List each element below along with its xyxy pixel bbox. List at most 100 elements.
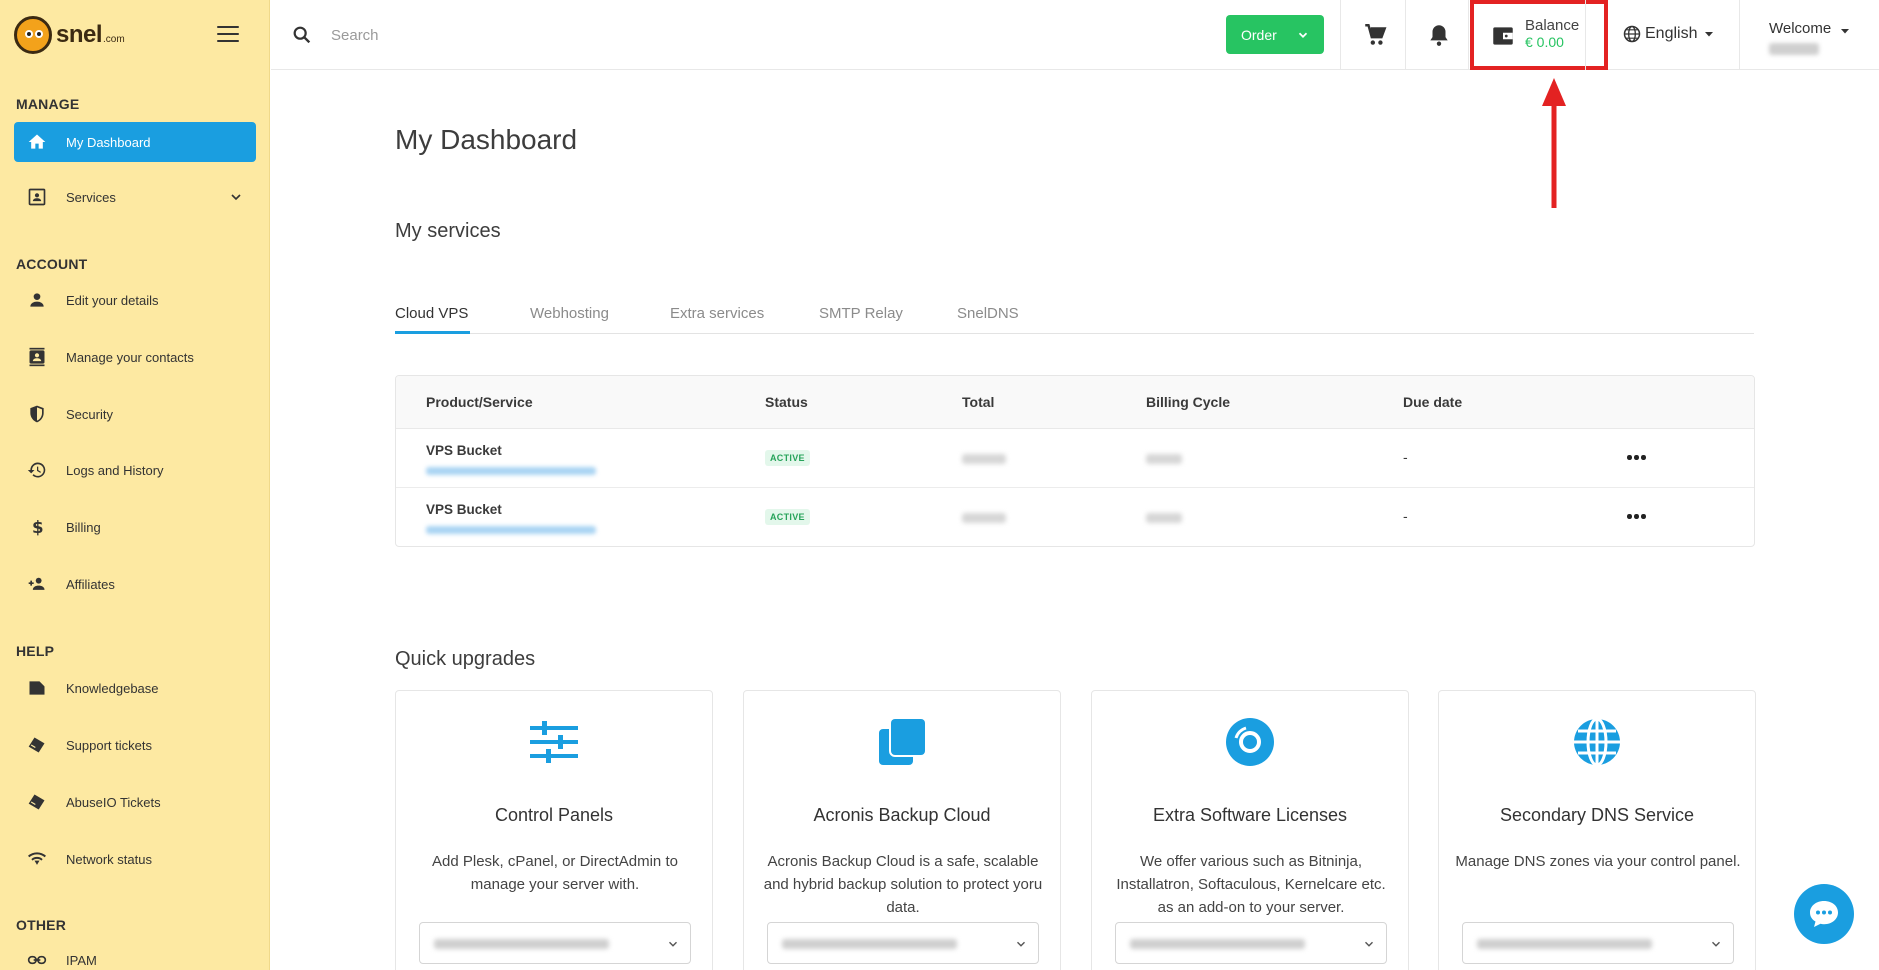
card-title: Extra Software Licenses bbox=[1152, 805, 1348, 825]
column-header[interactable]: Product/Service bbox=[426, 394, 533, 410]
section-label-other: OTHER bbox=[16, 917, 66, 933]
sidebar-item-affiliates[interactable]: Affiliates bbox=[14, 564, 256, 604]
upgrade-card-software-licenses: Extra Software Licenses We offer various… bbox=[1091, 690, 1409, 970]
home-icon bbox=[26, 131, 48, 153]
bell-icon[interactable] bbox=[1426, 22, 1452, 48]
sliders-icon bbox=[530, 721, 578, 763]
book-icon bbox=[26, 677, 48, 699]
more-options-icon[interactable] bbox=[1627, 514, 1647, 520]
sidebar-item-services[interactable]: Services bbox=[14, 177, 256, 217]
service-select[interactable] bbox=[1462, 922, 1734, 964]
service-tabs: Cloud VPS Webhosting Extra services SMTP… bbox=[395, 300, 1754, 334]
chevron-down-icon bbox=[231, 194, 241, 201]
section-label-manage: MANAGE bbox=[16, 96, 80, 112]
balance-label: Balance bbox=[1525, 17, 1580, 34]
upgrade-card-control-panels: Control Panels Add Plesk, cPanel, or Dir… bbox=[395, 690, 713, 970]
sidebar-item-label: Support tickets bbox=[66, 737, 152, 753]
wallet-icon[interactable] bbox=[1490, 23, 1516, 49]
card-title: Acronis Backup Cloud bbox=[813, 805, 991, 825]
product-name: VPS Bucket bbox=[426, 443, 502, 458]
tab-smtp-relay[interactable]: SMTP Relay bbox=[819, 305, 903, 322]
divider bbox=[1739, 0, 1740, 70]
language-selector[interactable]: English bbox=[1622, 24, 1715, 44]
billing-cycle-redacted bbox=[1146, 513, 1182, 523]
sidebar-item-label: Billing bbox=[66, 519, 101, 535]
annotation-arrow-icon bbox=[1542, 78, 1566, 208]
sidebar-item-knowledgebase[interactable]: Knowledgebase bbox=[14, 668, 256, 708]
column-header[interactable]: Status bbox=[765, 394, 808, 410]
search-icon[interactable] bbox=[291, 24, 313, 46]
tab-cloud-vps[interactable]: Cloud VPS bbox=[395, 305, 468, 322]
due-date: - bbox=[1403, 508, 1408, 524]
chevron-down-icon bbox=[1365, 941, 1373, 947]
product-hostname-link[interactable] bbox=[426, 467, 596, 475]
sidebar-item-label: Affiliates bbox=[66, 576, 115, 592]
card-description: Add Plesk, cPanel, or DirectAdmin to man… bbox=[432, 853, 678, 893]
tab-webhosting[interactable]: Webhosting bbox=[530, 305, 609, 322]
product-hostname-link[interactable] bbox=[426, 526, 596, 534]
user-menu[interactable]: Welcome bbox=[1769, 19, 1851, 59]
table-row[interactable]: VPS Bucket ACTIVE - bbox=[396, 429, 1754, 488]
card-description: We offer various such as Bitninja, Insta… bbox=[1116, 853, 1386, 916]
services-table: Product/Service Status Total Billing Cyc… bbox=[395, 375, 1755, 547]
sidebar-item-billing[interactable]: $ Billing bbox=[14, 507, 256, 547]
history-icon bbox=[26, 459, 48, 481]
sidebar-item-support-tickets[interactable]: Support tickets bbox=[14, 725, 256, 765]
upgrade-card-secondary-dns: Secondary DNS Service Manage DNS zones v… bbox=[1438, 690, 1756, 970]
search-input[interactable] bbox=[331, 22, 731, 48]
globe-icon bbox=[1623, 25, 1641, 43]
service-select[interactable] bbox=[1115, 922, 1387, 964]
divider bbox=[1340, 0, 1341, 70]
sidebar-item-edit-details[interactable]: Edit your details bbox=[14, 280, 256, 320]
status-badge: ACTIVE bbox=[765, 509, 810, 525]
tab-extra-services[interactable]: Extra services bbox=[670, 305, 764, 322]
chat-button[interactable] bbox=[1794, 884, 1854, 944]
more-options-icon[interactable] bbox=[1627, 455, 1647, 461]
dollar-icon: $ bbox=[26, 516, 48, 538]
disc-icon bbox=[1226, 718, 1274, 766]
section-label-help: HELP bbox=[16, 643, 55, 659]
chevron-down-icon bbox=[1017, 941, 1025, 947]
order-button[interactable]: Order bbox=[1226, 15, 1324, 54]
product-name: VPS Bucket bbox=[426, 502, 502, 517]
card-description: Acronis Backup Cloud is a safe, scalable… bbox=[763, 853, 1043, 916]
cart-icon[interactable] bbox=[1362, 22, 1388, 48]
sidebar-item-my-dashboard[interactable]: My Dashboard bbox=[14, 122, 256, 162]
card-title: Secondary DNS Service bbox=[1499, 805, 1695, 825]
logo[interactable]: snel .com bbox=[14, 16, 125, 54]
logo-row: snel .com bbox=[0, 0, 269, 70]
brand-suffix: .com bbox=[103, 33, 125, 45]
service-select[interactable] bbox=[767, 922, 1039, 964]
sidebar-item-label: IPAM bbox=[66, 952, 97, 968]
divider bbox=[1468, 0, 1469, 70]
sidebar-item-abuseio-tickets[interactable]: AbuseIO Tickets bbox=[14, 782, 256, 822]
user-name-redacted bbox=[1769, 43, 1819, 55]
divider bbox=[1585, 0, 1586, 70]
topbar: Order Balance € 0.00 English Welcome bbox=[271, 0, 1879, 70]
brand-name: snel bbox=[56, 21, 103, 48]
table-row[interactable]: VPS Bucket ACTIVE - bbox=[396, 488, 1754, 546]
sidebar-item-ipam[interactable]: IPAM bbox=[14, 940, 256, 970]
sidebar-item-logs-history[interactable]: Logs and History bbox=[14, 450, 256, 490]
column-header[interactable]: Total bbox=[962, 394, 994, 410]
wifi-icon bbox=[26, 848, 48, 870]
quick-upgrades-title: Quick upgrades bbox=[395, 648, 536, 670]
selected-service-redacted bbox=[434, 939, 609, 949]
balance-widget[interactable]: Balance € 0.00 bbox=[1525, 17, 1580, 51]
tab-sneldns[interactable]: SnelDNS bbox=[957, 305, 1019, 322]
order-button-label: Order bbox=[1241, 26, 1277, 43]
status-badge: ACTIVE bbox=[765, 450, 810, 466]
sidebar-item-label: AbuseIO Tickets bbox=[66, 794, 161, 810]
column-header[interactable]: Due date bbox=[1403, 394, 1462, 410]
product-cell: VPS Bucket bbox=[426, 443, 596, 475]
sidebar-item-security[interactable]: Security bbox=[14, 394, 256, 434]
column-header[interactable]: Billing Cycle bbox=[1146, 394, 1230, 410]
bee-logo-icon bbox=[14, 16, 52, 54]
sidebar-item-manage-contacts[interactable]: Manage your contacts bbox=[14, 337, 256, 377]
contacts-icon bbox=[26, 346, 48, 368]
chevron-down-icon bbox=[669, 941, 677, 947]
page-title: My Dashboard bbox=[395, 124, 578, 155]
sidebar-item-network-status[interactable]: Network status bbox=[14, 839, 256, 879]
service-select[interactable] bbox=[419, 922, 691, 964]
hamburger-menu-icon[interactable] bbox=[217, 26, 239, 42]
